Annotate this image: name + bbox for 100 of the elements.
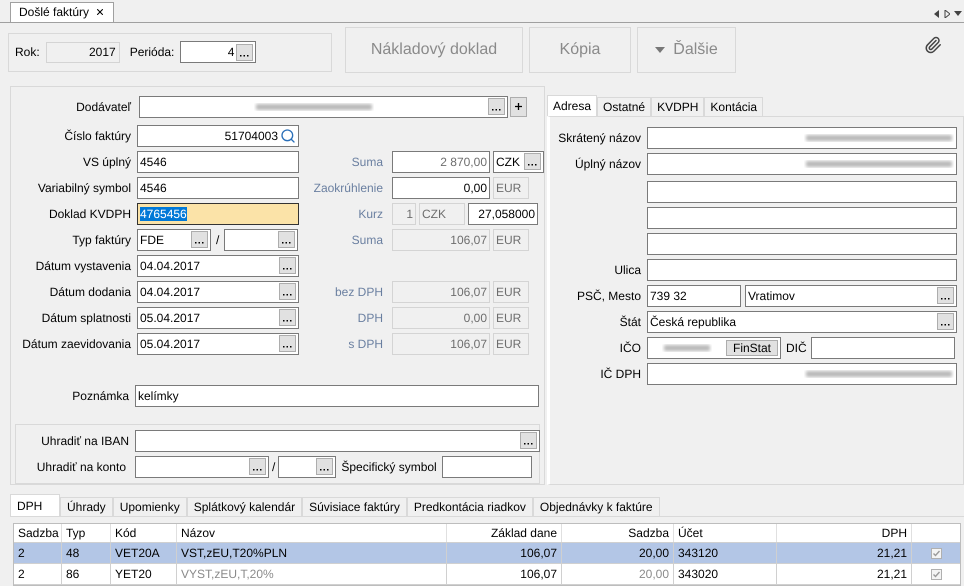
input-field[interactable]: [224, 228, 298, 251]
checkbox[interactable]: [930, 548, 942, 558]
currency-field[interactable]: CZK: [493, 150, 544, 173]
input-field[interactable]: FinStat: [647, 336, 781, 359]
input-field[interactable]: [647, 206, 957, 229]
input-field[interactable]: 2 870,00: [392, 150, 490, 173]
paperclip-icon[interactable]: [924, 36, 942, 54]
browse-button[interactable]: [937, 287, 954, 304]
bottom-tab[interactable]: Objednávky k faktúre: [532, 497, 660, 516]
document-tab[interactable]: Došlé faktúry: [10, 2, 114, 22]
browse-button[interactable]: [937, 313, 954, 330]
bottom-tab[interactable]: DPH: [10, 494, 60, 516]
finstat-button[interactable]: FinStat: [726, 340, 778, 356]
table-cell: 21,21: [777, 564, 912, 584]
browse-button[interactable]: [278, 231, 296, 248]
input-field[interactable]: 739 32: [647, 284, 741, 307]
input-field[interactable]: 0,00: [392, 176, 490, 199]
browse-button[interactable]: [316, 458, 334, 476]
side-tab[interactable]: Ostatné: [597, 96, 652, 116]
supplier-field[interactable]: [139, 96, 508, 118]
column-header[interactable]: Účet: [674, 524, 777, 542]
close-icon[interactable]: [95, 7, 106, 18]
browse-button[interactable]: [279, 257, 296, 274]
input-field[interactable]: Česká republika: [647, 310, 957, 333]
input-field[interactable]: 4765456: [137, 202, 299, 225]
input-field[interactable]: [811, 336, 955, 359]
currency-field[interactable]: EUR: [493, 228, 529, 251]
input-field[interactable]: [647, 180, 957, 203]
dropdown-icon[interactable]: [954, 11, 962, 16]
currency-field[interactable]: EUR: [493, 332, 529, 355]
side-tab[interactable]: KVDPH: [651, 96, 704, 116]
currency-field[interactable]: EUR: [493, 176, 529, 199]
account-field[interactable]: [135, 456, 269, 478]
input-field[interactable]: 4546: [137, 150, 299, 173]
column-header[interactable]: Základ dane: [447, 524, 562, 542]
input-field[interactable]: FDE: [137, 228, 211, 251]
column-header[interactable]: Názov: [177, 524, 447, 542]
browse-button[interactable]: [249, 458, 266, 476]
input-field[interactable]: 4546: [137, 176, 299, 199]
table-row[interactable]: 2 86 YET20 VYST,zEU,T,20% 106,07 20,00 343020 21,21: [14, 564, 960, 585]
input-field[interactable]: 0,00: [392, 306, 490, 329]
browse-button[interactable]: [191, 231, 208, 248]
scroll-left-icon[interactable]: [934, 10, 940, 18]
browse-button[interactable]: [236, 44, 254, 61]
checkbox[interactable]: [930, 568, 942, 580]
bottom-tab[interactable]: Splátkový kalendár: [186, 497, 302, 516]
bottom-tab[interactable]: Upomienky: [112, 497, 187, 516]
browse-button[interactable]: [279, 309, 296, 326]
input-field[interactable]: [647, 232, 957, 255]
currency-field[interactable]: CZK: [419, 202, 465, 225]
input-field[interactable]: Vratimov: [745, 284, 957, 307]
table-row[interactable]: 2 48 VET20A VST,zEU,T20%PLN 106,07 20,00 343120 21,21: [14, 543, 960, 564]
column-header[interactable]: Typ: [62, 524, 111, 542]
scroll-right-icon[interactable]: [944, 10, 950, 18]
iban-field[interactable]: [135, 430, 540, 452]
input-field[interactable]: [647, 362, 957, 385]
currency-field[interactable]: EUR: [493, 280, 529, 303]
column-header[interactable]: Kód: [111, 524, 177, 542]
specific-symbol-field[interactable]: [442, 456, 532, 478]
browse-button[interactable]: [524, 153, 541, 170]
input-field[interactable]: 1: [392, 202, 416, 225]
input-field[interactable]: 05.04.2017: [137, 306, 299, 329]
input-field[interactable]: 04.04.2017: [137, 280, 299, 303]
field-label: Kurz: [357, 206, 384, 223]
side-tab[interactable]: Kontácia: [704, 96, 764, 116]
ellipsis-icon: [941, 297, 950, 300]
browse-button[interactable]: [488, 98, 505, 116]
input-field[interactable]: [647, 258, 957, 281]
ellipsis-icon: [283, 293, 292, 296]
currency-field[interactable]: EUR: [493, 306, 529, 329]
search-icon[interactable]: [280, 128, 296, 144]
table-cell: VYST,zEU,T,20%: [177, 564, 447, 584]
side-tab[interactable]: Adresa: [547, 94, 598, 116]
browse-button[interactable]: [279, 283, 296, 300]
plus-icon: [515, 103, 522, 110]
input-field[interactable]: [647, 126, 957, 149]
note-field[interactable]: kelímky: [135, 384, 539, 407]
bottom-tab[interactable]: Súvisiace faktúry: [302, 497, 407, 516]
table-cell: VST,zEU,T20%PLN: [177, 543, 447, 563]
bottom-tab[interactable]: Úhrady: [60, 497, 113, 516]
table-cell: 106,07: [447, 543, 562, 563]
bottom-tab[interactable]: Predkontácia riadkov: [406, 497, 533, 516]
bank-code-field[interactable]: [278, 456, 336, 478]
column-header[interactable]: Sadzba: [14, 524, 62, 542]
input-field[interactable]: 51704003: [137, 124, 299, 147]
input-field[interactable]: 05.04.2017: [137, 332, 299, 355]
column-header[interactable]: Sadzba: [562, 524, 674, 542]
add-button[interactable]: [510, 96, 527, 117]
input-field[interactable]: 27,058000: [468, 202, 538, 225]
field-label: Typ faktúry: [71, 232, 132, 249]
table-cell: 2: [14, 543, 62, 563]
period-field[interactable]: 4: [180, 41, 256, 64]
browse-button[interactable]: [279, 335, 296, 352]
input-field[interactable]: 106,07: [392, 280, 490, 303]
input-field[interactable]: 106,07: [392, 332, 490, 355]
browse-button[interactable]: [520, 432, 537, 450]
input-field[interactable]: 04.04.2017: [137, 254, 299, 277]
input-field[interactable]: [647, 152, 957, 175]
input-field[interactable]: 106,07: [392, 228, 490, 251]
column-header[interactable]: DPH: [777, 524, 912, 542]
